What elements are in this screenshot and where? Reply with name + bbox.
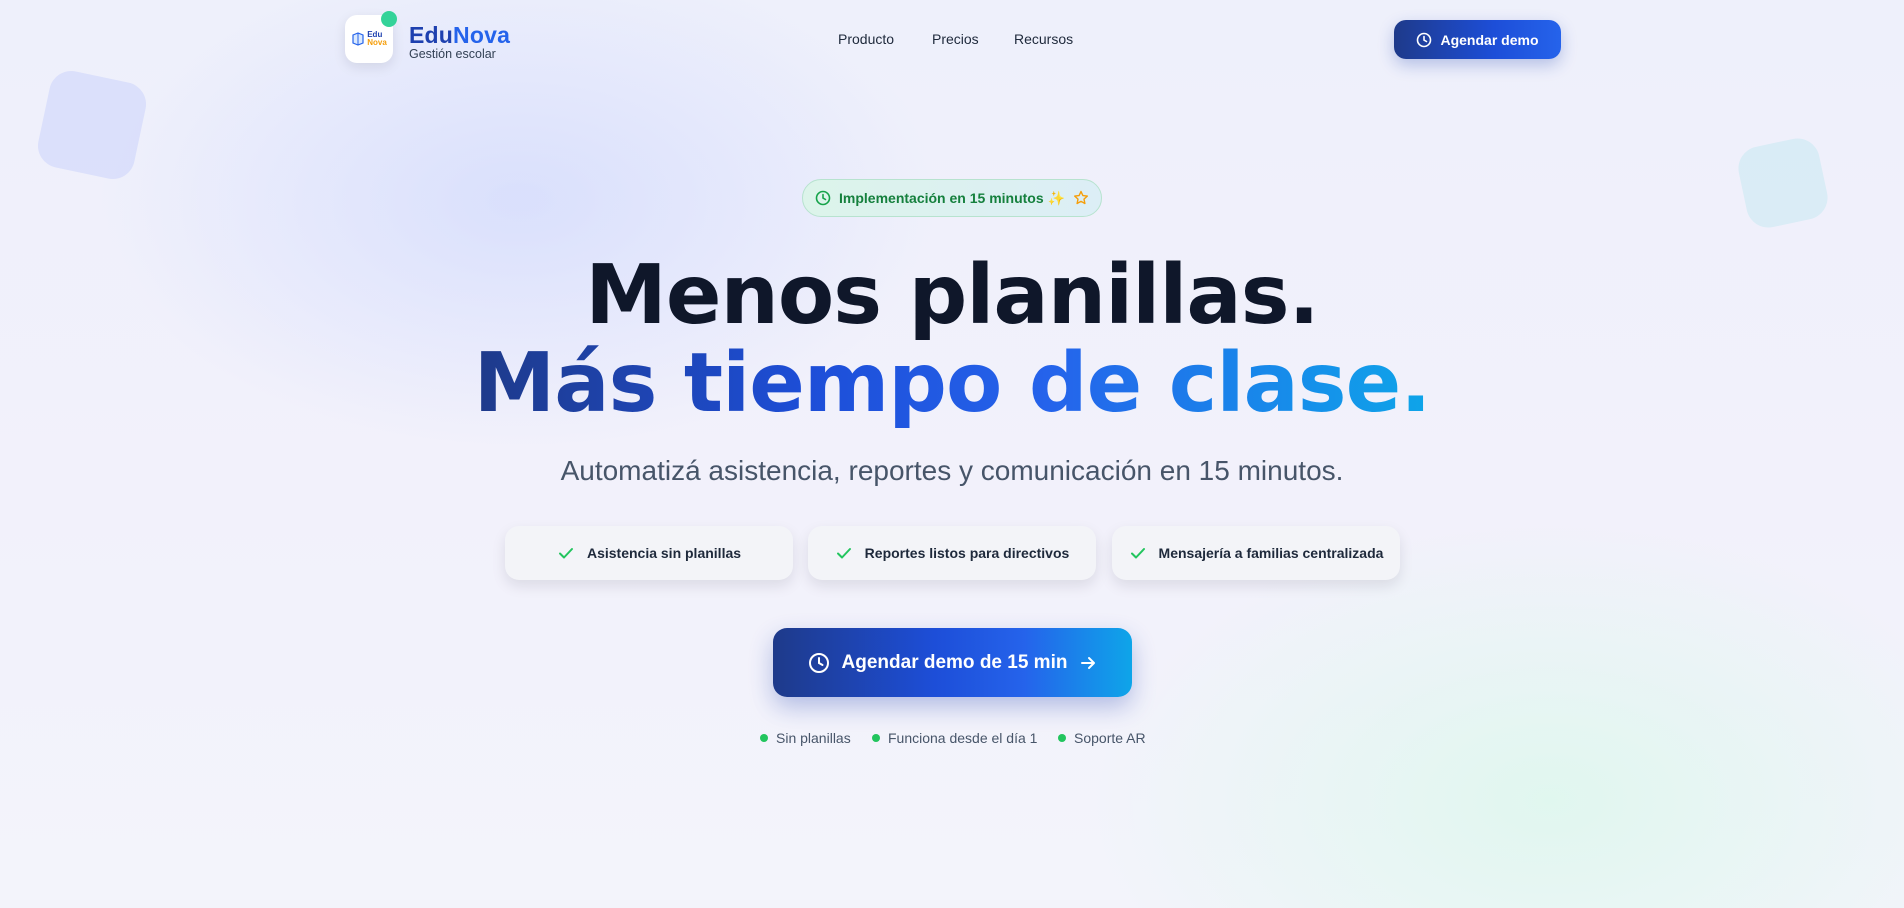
trust-item: Funciona desde el día 1 bbox=[872, 729, 1037, 747]
brand-subtitle: Gestión escolar bbox=[409, 47, 496, 61]
feature-pill: Reportes listos para directivos bbox=[808, 526, 1096, 580]
arrow-right-icon bbox=[1081, 656, 1096, 669]
clock-icon bbox=[1417, 32, 1432, 47]
decorative-shape-left bbox=[33, 66, 151, 184]
feature-label: Reportes listos para directivos bbox=[864, 545, 1070, 561]
brand-name-edu: Edu bbox=[409, 22, 454, 48]
hero-headline-line1: Menos planillas. bbox=[585, 248, 1319, 343]
trust-item: Sin planillas bbox=[760, 729, 851, 747]
trust-label: Funciona desde el día 1 bbox=[888, 730, 1038, 746]
star-icon bbox=[1073, 190, 1088, 205]
hero-subtitle: Automatizá asistencia, reportes y comuni… bbox=[560, 455, 1344, 486]
feature-pill: Mensajería a familias centralizada bbox=[1112, 526, 1400, 580]
nav-link-recursos[interactable]: Recursos bbox=[1014, 31, 1073, 47]
logo-mini-nova: Nova bbox=[367, 38, 387, 47]
feature-label: Asistencia sin planillas bbox=[586, 545, 742, 561]
main-demo-label: Agendar demo de 15 min bbox=[841, 651, 1068, 673]
badge-text: Implementación en 15 minutos ✨ bbox=[839, 189, 1065, 206]
logo-mini-text: Edu Nova bbox=[367, 31, 387, 47]
status-dot bbox=[872, 734, 880, 742]
check-icon bbox=[836, 548, 851, 559]
status-dot bbox=[381, 11, 397, 27]
hero-headline-line2-text: Más tiempo de clase. bbox=[473, 336, 1432, 431]
status-dot bbox=[760, 734, 768, 742]
header-demo-label: Agendar demo bbox=[1440, 31, 1539, 48]
main-demo-button[interactable]: Agendar demo de 15 min bbox=[773, 628, 1132, 697]
nav-link-precios[interactable]: Precios bbox=[932, 31, 979, 47]
trust-label: Soporte AR bbox=[1074, 730, 1146, 746]
feature-pill: Asistencia sin planillas bbox=[505, 526, 793, 580]
brand-name-nova: Nova bbox=[453, 22, 511, 48]
trust-item: Soporte AR bbox=[1058, 729, 1146, 747]
hero-headline-line2: Más tiempo de clase. bbox=[0, 336, 1904, 432]
check-icon bbox=[1130, 548, 1145, 559]
decorative-shape-right bbox=[1734, 134, 1832, 232]
brand-name: EduNova bbox=[409, 22, 510, 48]
book-icon bbox=[352, 32, 364, 46]
feature-label: Mensajería a familias centralizada bbox=[1158, 545, 1384, 561]
site-header: Edu Nova EduNova Gestión escolar Product… bbox=[0, 0, 1904, 80]
implementation-badge: Implementación en 15 minutos ✨ bbox=[802, 179, 1102, 217]
brand[interactable]: EduNova Gestión escolar bbox=[409, 22, 510, 61]
status-dot bbox=[1058, 734, 1066, 742]
clock-icon bbox=[808, 652, 829, 673]
nav-link-producto[interactable]: Producto bbox=[838, 31, 894, 47]
clock-icon bbox=[815, 190, 831, 206]
header-demo-button[interactable]: Agendar demo bbox=[1394, 20, 1561, 59]
check-icon bbox=[558, 548, 573, 559]
logo-mark: Edu Nova bbox=[351, 31, 387, 47]
trust-label: Sin planillas bbox=[776, 730, 851, 746]
